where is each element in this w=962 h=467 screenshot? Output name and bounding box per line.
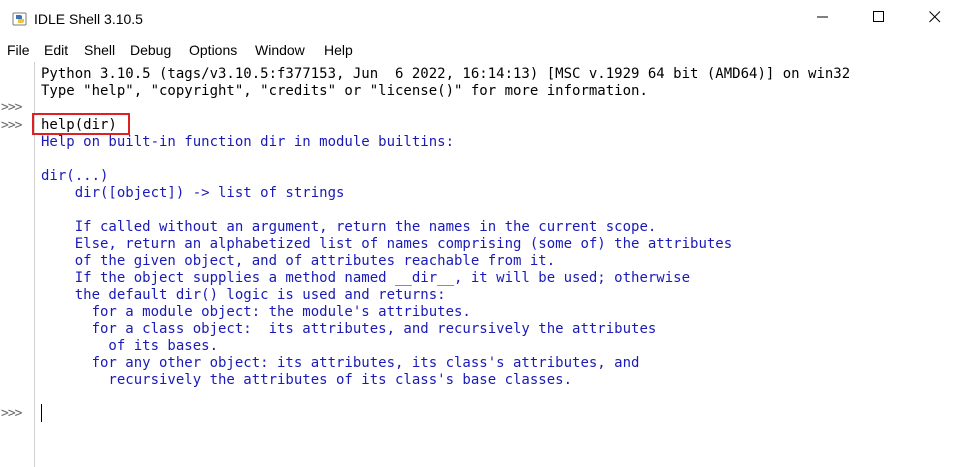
menu-bar: File Edit Shell Debug Options Window Hel…: [0, 38, 962, 62]
output-line: dir(...): [41, 168, 109, 184]
output-line: the default dir() logic is used and retu…: [41, 287, 446, 303]
output-line: Help on built-in function dir in module …: [41, 134, 455, 150]
minimize-icon: [817, 10, 829, 28]
output-line: of its bases.: [41, 338, 219, 354]
output-line: If the object supplies a method named __…: [41, 270, 691, 286]
output-line: for a module object: the module's attrib…: [41, 304, 471, 320]
output-line: for a class object: its attributes, and …: [41, 321, 657, 337]
text-cursor: [41, 404, 42, 422]
menu-file[interactable]: File: [7, 42, 30, 58]
command-highlight-box: [32, 113, 130, 135]
prompt-marker: >>>: [1, 100, 23, 115]
shell-text-area[interactable]: Python 3.10.5 (tags/v3.10.5:f377153, Jun…: [36, 62, 962, 467]
menu-help[interactable]: Help: [324, 42, 353, 58]
close-icon: [929, 10, 941, 28]
prompt-marker: >>>: [1, 406, 23, 421]
shell-window: >>> >>> >>> Python 3.10.5 (tags/v3.10.5:…: [0, 62, 962, 467]
maximize-icon: [873, 10, 885, 28]
menu-window[interactable]: Window: [255, 42, 305, 58]
menu-shell[interactable]: Shell: [84, 42, 115, 58]
maximize-button[interactable]: [856, 0, 902, 38]
output-line: for any other object: its attributes, it…: [41, 355, 640, 371]
output-line: of the given object, and of attributes r…: [41, 253, 556, 269]
banner-line: Python 3.10.5 (tags/v3.10.5:f377153, Jun…: [41, 66, 851, 82]
menu-options[interactable]: Options: [189, 42, 237, 58]
banner-line: Type "help", "copyright", "credits" or "…: [41, 83, 648, 99]
minimize-button[interactable]: [800, 0, 846, 38]
output-line: Else, return an alphabetized list of nam…: [41, 236, 733, 252]
menu-edit[interactable]: Edit: [44, 42, 68, 58]
title-bar: IDLE Shell 3.10.5: [0, 0, 962, 38]
python-idle-icon: [12, 11, 28, 27]
prompt-marker: >>>: [1, 118, 23, 133]
output-line: dir([object]) -> list of strings: [41, 185, 345, 201]
output-line: If called without an argument, return th…: [41, 219, 657, 235]
output-line: recursively the attributes of its class'…: [41, 372, 573, 388]
menu-debug[interactable]: Debug: [130, 42, 171, 58]
window-title: IDLE Shell 3.10.5: [34, 11, 143, 27]
prompt-sidebar: >>> >>> >>>: [0, 62, 35, 467]
close-button[interactable]: [912, 0, 958, 38]
